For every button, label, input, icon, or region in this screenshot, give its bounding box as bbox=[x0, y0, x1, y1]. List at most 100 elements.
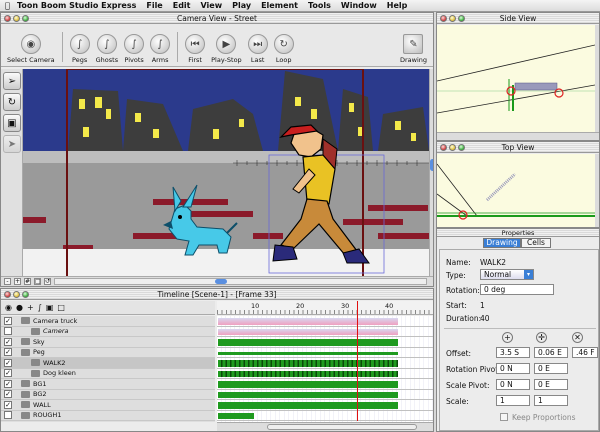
exposure-bar[interactable] bbox=[218, 412, 254, 419]
layer-visibility-checkbox[interactable]: ✓ bbox=[4, 369, 12, 378]
select-tool-icon[interactable]: ➢ bbox=[3, 72, 21, 90]
layer-track[interactable] bbox=[217, 316, 433, 327]
select-camera-button[interactable]: ◉ Select Camera bbox=[7, 34, 55, 64]
record-icon[interactable]: ● bbox=[16, 303, 23, 312]
rotation-pivot-y-input[interactable]: 0 E bbox=[534, 363, 568, 374]
camera-vertical-scrollbar[interactable] bbox=[429, 69, 433, 276]
layer-row[interactable]: ✓ WALK2 bbox=[1, 358, 215, 369]
layer-visibility-checkbox[interactable]: ✓ bbox=[4, 348, 12, 357]
layer-row[interactable]: ROUGH1 bbox=[1, 411, 215, 421]
zoom-icon[interactable] bbox=[458, 144, 465, 151]
exposure-bar[interactable] bbox=[218, 360, 398, 367]
minimize-icon[interactable] bbox=[449, 15, 456, 22]
safe-area-icon[interactable]: □ bbox=[34, 278, 41, 285]
offset-x-icon[interactable]: + bbox=[502, 332, 513, 343]
rotation-pivot-x-input[interactable]: 0 N bbox=[496, 363, 530, 374]
close-icon[interactable] bbox=[4, 15, 11, 22]
timeline-titlebar[interactable]: Timeline [Scene-1] - [Frame 33] bbox=[1, 289, 433, 300]
offset-y-input[interactable]: 0.06 E bbox=[534, 347, 568, 358]
side-view-canvas[interactable] bbox=[437, 25, 596, 132]
arms-button[interactable]: ∫ Arms bbox=[150, 34, 171, 64]
exposure-bar[interactable] bbox=[218, 339, 398, 346]
camera-stage[interactable] bbox=[23, 69, 429, 276]
layer-visibility-checkbox[interactable]: ✓ bbox=[4, 337, 12, 346]
layer-row[interactable]: ✓ Camera truck bbox=[1, 316, 215, 327]
menu-tools[interactable]: Tools bbox=[303, 1, 336, 10]
rotate-tool-icon[interactable]: ↻ bbox=[3, 93, 21, 111]
app-menu[interactable]: Toon Boom Studio Express bbox=[12, 1, 141, 10]
layer-visibility-checkbox[interactable]: ✓ bbox=[4, 390, 12, 399]
zoom-icon[interactable] bbox=[458, 15, 465, 22]
zoom-icon[interactable] bbox=[22, 15, 29, 22]
layer-row[interactable]: ✓ Peg bbox=[1, 348, 215, 358]
layer-row[interactable]: ✓ Sky bbox=[1, 337, 215, 348]
top-view-titlebar[interactable]: Top View bbox=[437, 142, 599, 153]
menu-help[interactable]: Help bbox=[382, 1, 413, 10]
type-select[interactable]: Normal ▾ bbox=[480, 269, 534, 280]
track-area[interactable] bbox=[217, 316, 433, 422]
exposure-bar[interactable] bbox=[218, 351, 398, 355]
layer-track[interactable] bbox=[217, 390, 433, 400]
properties-titlebar[interactable]: Properties bbox=[437, 229, 599, 237]
transform-tool-icon[interactable]: ▣ bbox=[3, 114, 21, 132]
tab-drawing[interactable]: Drawing bbox=[483, 238, 521, 248]
reset-view-icon[interactable]: ↺ bbox=[44, 278, 51, 285]
layer-visibility-checkbox[interactable] bbox=[4, 411, 12, 420]
layer-visibility-checkbox[interactable]: ✓ bbox=[4, 379, 12, 388]
menu-edit[interactable]: Edit bbox=[168, 1, 196, 10]
pointer-tool-icon[interactable]: ➤ bbox=[3, 135, 21, 153]
first-frame-button[interactable]: ⏮ First bbox=[185, 34, 206, 64]
layer-track[interactable] bbox=[217, 337, 433, 348]
menu-file[interactable]: File bbox=[141, 1, 167, 10]
play-stop-button[interactable]: ▶ Play-Stop bbox=[211, 34, 242, 64]
offset-z-icon[interactable]: ✕ bbox=[572, 332, 583, 343]
menu-element[interactable]: Element bbox=[256, 1, 303, 10]
close-icon[interactable] bbox=[4, 291, 11, 298]
scale-y-input[interactable]: 1 bbox=[534, 395, 568, 406]
exposure-bar[interactable] bbox=[218, 391, 398, 398]
layer-visibility-checkbox[interactable]: ✓ bbox=[4, 358, 12, 367]
timeline-ruler[interactable]: 10 20 30 40 bbox=[217, 301, 433, 315]
layer-row[interactable]: ✓ BG1 bbox=[1, 379, 215, 390]
top-view-canvas[interactable] bbox=[437, 154, 595, 227]
layer-track[interactable] bbox=[217, 369, 433, 379]
close-icon[interactable] bbox=[440, 15, 447, 22]
scale-pivot-y-input[interactable]: 0 E bbox=[534, 379, 568, 390]
loop-button[interactable]: ↻ Loop bbox=[273, 34, 294, 64]
exposure-bar[interactable] bbox=[218, 381, 398, 388]
exposure-bar[interactable] bbox=[218, 318, 398, 325]
layer-visibility-checkbox[interactable]: ✓ bbox=[4, 400, 12, 409]
layer-track[interactable] bbox=[217, 348, 433, 358]
exposure-bar[interactable] bbox=[218, 370, 398, 377]
side-view-hscrollbar[interactable] bbox=[437, 132, 599, 140]
layer-track[interactable] bbox=[217, 400, 433, 411]
zoom-out-icon[interactable]: - bbox=[4, 278, 11, 285]
scale-x-input[interactable]: 1 bbox=[496, 395, 530, 406]
minimize-icon[interactable] bbox=[13, 15, 20, 22]
exposure-bar[interactable] bbox=[218, 402, 398, 409]
offset-y-icon[interactable]: ✛ bbox=[536, 332, 547, 343]
last-frame-button[interactable]: ⏭ Last bbox=[247, 34, 268, 64]
offset-z-input[interactable]: .46 F bbox=[572, 347, 598, 358]
layer-track[interactable] bbox=[217, 411, 433, 421]
drawing-button[interactable]: ✎ Drawing bbox=[400, 34, 427, 64]
layer-row[interactable]: ✓ WALL bbox=[1, 400, 215, 411]
pivots-button[interactable]: ∫ Pivots bbox=[124, 34, 145, 64]
camera-horizontal-scrollbar[interactable] bbox=[54, 278, 427, 285]
layer-track[interactable] bbox=[217, 358, 433, 369]
apple-menu-icon[interactable]:  bbox=[0, 1, 12, 10]
zoom-icon[interactable] bbox=[22, 291, 29, 298]
menu-view[interactable]: View bbox=[196, 1, 228, 10]
layer-track[interactable] bbox=[217, 379, 433, 390]
sound-icon[interactable]: ◉ bbox=[5, 303, 12, 312]
scale-pivot-x-input[interactable]: 0 N bbox=[496, 379, 530, 390]
ghosts-button[interactable]: ∫ Ghosts bbox=[96, 34, 118, 64]
close-icon[interactable] bbox=[440, 144, 447, 151]
menu-play[interactable]: Play bbox=[227, 1, 256, 10]
image-layer-icon[interactable]: □ bbox=[57, 303, 65, 312]
exposure-bar[interactable] bbox=[218, 328, 398, 335]
zoom-in-icon[interactable]: + bbox=[14, 278, 21, 285]
grid-icon[interactable]: # bbox=[24, 278, 31, 285]
layer-visibility-checkbox[interactable] bbox=[4, 327, 12, 336]
playhead[interactable] bbox=[357, 301, 358, 421]
